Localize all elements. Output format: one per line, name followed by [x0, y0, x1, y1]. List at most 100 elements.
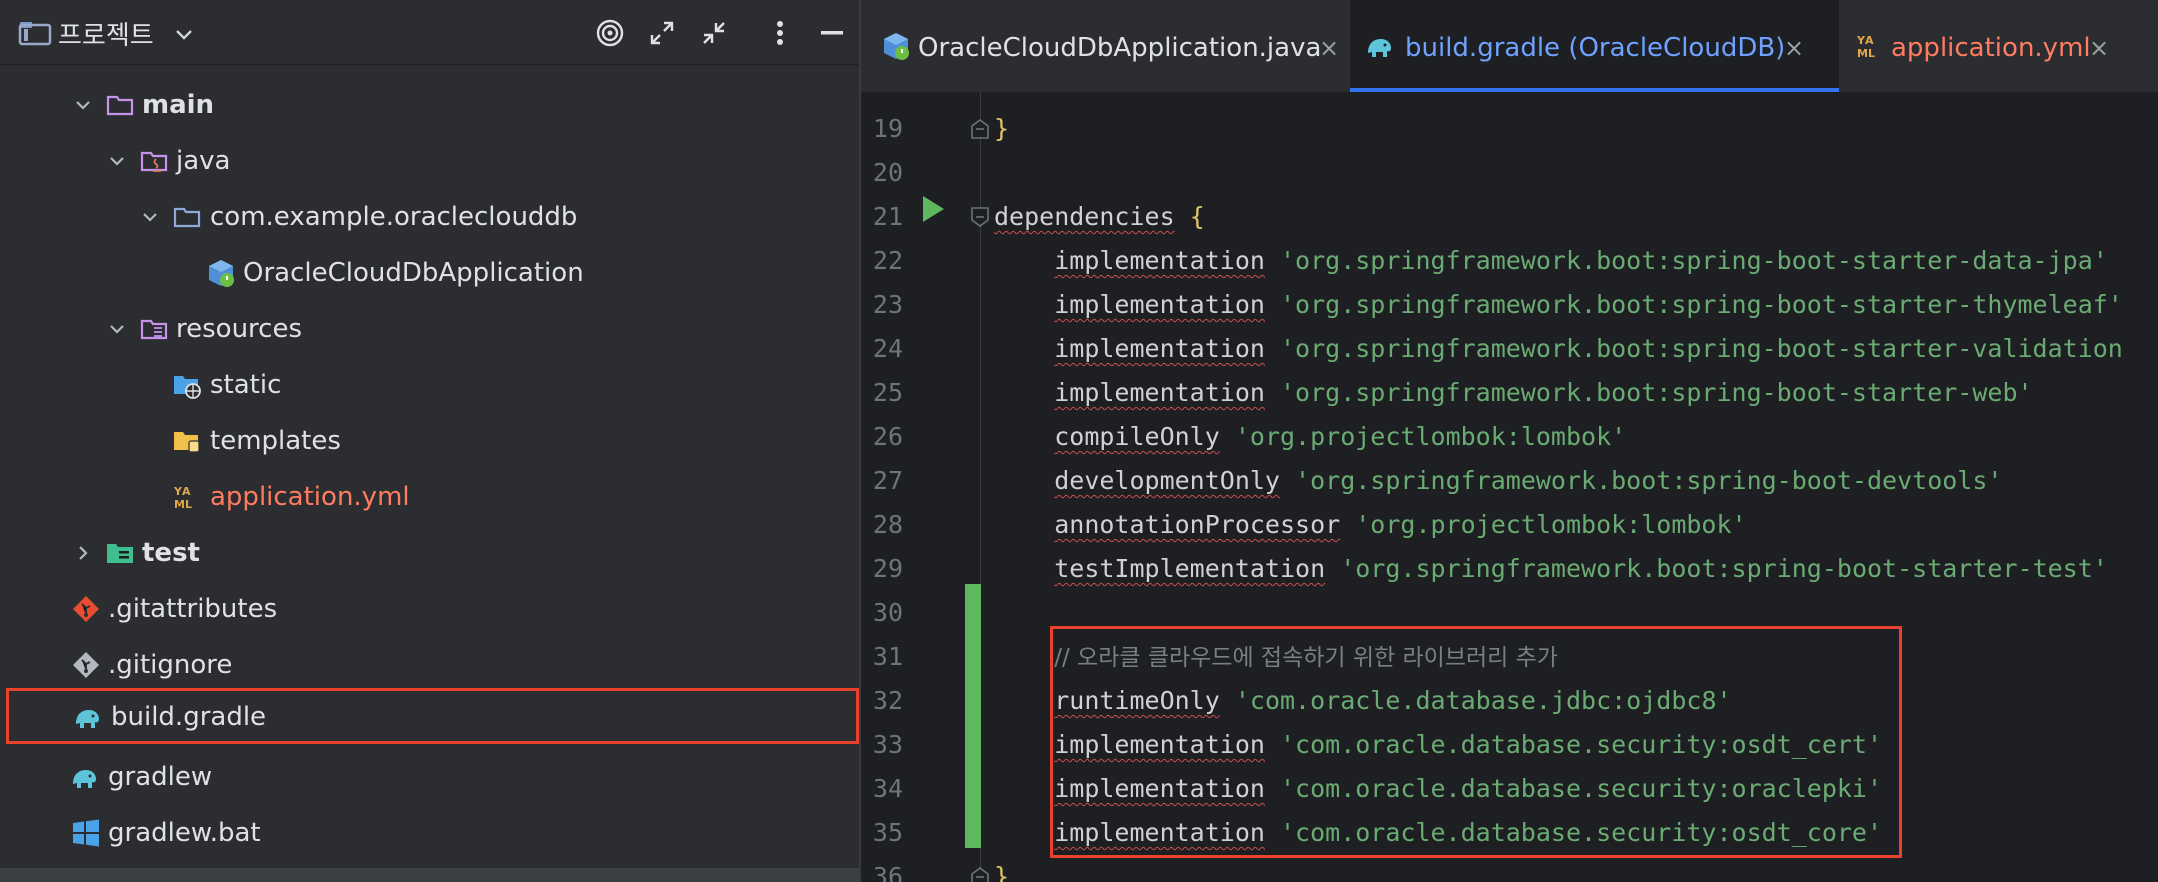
code-token: 'org.springframework.boot:spring-boot-st… — [1264, 290, 2123, 319]
code-line[interactable]: 22 implementation 'org.springframework.b… — [861, 239, 2158, 283]
tab-build-gradle[interactable]: build.gradle (OracleCloudDB) × — [1350, 0, 1839, 92]
line-number: 29 — [872, 554, 903, 583]
minimize-panel-icon[interactable] — [815, 16, 849, 50]
code-token: dependencies — [994, 202, 1175, 231]
tree-item-application-yml[interactable]: YAML application.yml — [0, 469, 859, 525]
code-line[interactable]: 20 — [861, 151, 2158, 195]
tab-label: application.yml — [1891, 33, 2091, 63]
chevron-right-icon[interactable] — [73, 543, 93, 563]
line-number: 28 — [872, 510, 903, 539]
code-line[interactable]: 24 implementation 'org.springframework.b… — [861, 327, 2158, 371]
added-lines-marker[interactable] — [965, 584, 981, 848]
horizontal-scrollbar[interactable] — [0, 868, 859, 882]
code-line[interactable]: 29 testImplementation 'org.springframewo… — [861, 547, 2158, 591]
gradle-elephant-icon — [73, 770, 96, 788]
expand-all-icon[interactable] — [645, 16, 679, 50]
line-number: 36 — [872, 862, 903, 882]
code-line[interactable]: 23 implementation 'org.springframework.b… — [861, 283, 2158, 327]
collapse-all-icon[interactable] — [697, 16, 731, 50]
code-text: testImplementation 'org.springframework.… — [994, 547, 2108, 591]
tree-item-static[interactable]: static — [0, 357, 859, 413]
svg-text:L: L — [185, 498, 192, 511]
tree-item-label: static — [210, 370, 282, 400]
code-line[interactable]: 36} — [861, 855, 2158, 882]
code-line[interactable]: 26 compileOnly 'org.projectlombok:lombok… — [861, 415, 2158, 459]
close-tab-icon[interactable]: × — [1784, 0, 1804, 96]
fold-end-icon[interactable] — [969, 117, 991, 141]
tree-item-package[interactable]: com.example.oracleclouddb — [0, 189, 859, 245]
chevron-down-icon[interactable] — [107, 319, 127, 339]
tree-item-gradlew[interactable]: gradlew — [0, 749, 859, 805]
code-text: } — [994, 107, 1009, 151]
tab-label: build.gradle (OracleCloudDB) — [1405, 33, 1786, 63]
fold-start-icon[interactable] — [969, 205, 991, 229]
tree-item-gradlew-bat[interactable]: gradlew.bat — [0, 805, 859, 861]
spring-boot-class-icon — [884, 33, 909, 60]
code-token: annotationProcessor — [1054, 510, 1341, 539]
code-token: } — [994, 862, 1010, 882]
code-token: testImplementation — [1054, 554, 1326, 583]
tree-item-label: test — [142, 538, 200, 568]
line-number: 33 — [872, 730, 903, 759]
package-folder-icon — [173, 207, 201, 228]
code-line[interactable]: 25 implementation 'org.springframework.b… — [861, 371, 2158, 415]
code-token: implementation — [1054, 246, 1265, 275]
svg-text:A: A — [182, 485, 191, 498]
code-line[interactable]: 21 dependencies { — [861, 195, 2158, 239]
chevron-down-icon[interactable] — [172, 22, 196, 46]
code-line[interactable]: 27 developmentOnly 'org.springframework.… — [861, 459, 2158, 503]
more-options-icon[interactable] — [763, 16, 797, 50]
code-token: 'org.projectlombok:lombok' — [1219, 422, 1627, 451]
tree-item-build-gradle[interactable]: build.gradle — [6, 688, 859, 744]
line-number: 34 — [872, 774, 903, 803]
chevron-down-icon[interactable] — [73, 95, 93, 115]
project-panel-title[interactable]: 프로젝트 — [58, 15, 154, 52]
code-text: implementation 'org.springframework.boot… — [994, 371, 2032, 415]
tree-item-gitignore[interactable]: .gitignore — [0, 637, 859, 693]
tree-item-resources[interactable]: resources — [0, 301, 859, 357]
svg-text:M: M — [1857, 47, 1868, 60]
code-text: implementation 'org.springframework.boot… — [994, 239, 2108, 283]
code-token: implementation — [1054, 378, 1265, 407]
tree-item-label: main — [142, 90, 215, 120]
tree-item-gitattributes[interactable]: .gitattributes — [0, 581, 859, 637]
gradle-elephant-icon — [76, 710, 99, 728]
code-text: implementation 'org.springframework.boot… — [994, 283, 2123, 327]
tab-application-yml[interactable]: YAML application.yml × — [1841, 0, 2141, 92]
tree-item-templates[interactable]: templates — [0, 413, 859, 469]
line-number: 19 — [872, 114, 903, 143]
code-token: compileOnly — [1054, 422, 1220, 451]
close-tab-icon[interactable]: × — [1319, 0, 1339, 96]
code-line[interactable]: 19} — [861, 107, 2158, 151]
tree-item-application-class[interactable]: OracleCloudDbApplication — [0, 245, 859, 301]
tab-oracle-cloud-db-application[interactable]: OracleCloudDbApplication.java × — [861, 0, 1349, 92]
line-number: 21 — [872, 202, 903, 231]
fold-end-icon[interactable] — [969, 865, 991, 882]
close-tab-icon[interactable]: × — [2089, 0, 2109, 96]
locate-target-icon[interactable] — [593, 16, 627, 50]
tree-item-label: gradlew — [108, 762, 213, 792]
chevron-down-icon[interactable] — [107, 151, 127, 171]
svg-text:A: A — [1865, 34, 1874, 47]
code-line[interactable]: 28 annotationProcessor 'org.projectlombo… — [861, 503, 2158, 547]
tree-item-label: .gitignore — [108, 650, 233, 680]
tree-item-java[interactable]: java — [0, 133, 859, 189]
tree-item-main[interactable]: main — [0, 77, 859, 133]
code-text: compileOnly 'org.projectlombok:lombok' — [994, 415, 1626, 459]
svg-text:M: M — [174, 498, 185, 511]
chevron-down-icon[interactable] — [140, 207, 160, 227]
templates-folder-icon — [174, 432, 200, 453]
tree-item-test[interactable]: test — [0, 525, 859, 581]
project-tool-window: 프로젝트 main java com.example.oracleclouddb… — [0, 0, 859, 882]
code-token: } — [994, 114, 1010, 143]
run-icon[interactable] — [920, 194, 946, 224]
project-panel-header: 프로젝트 — [0, 0, 859, 65]
